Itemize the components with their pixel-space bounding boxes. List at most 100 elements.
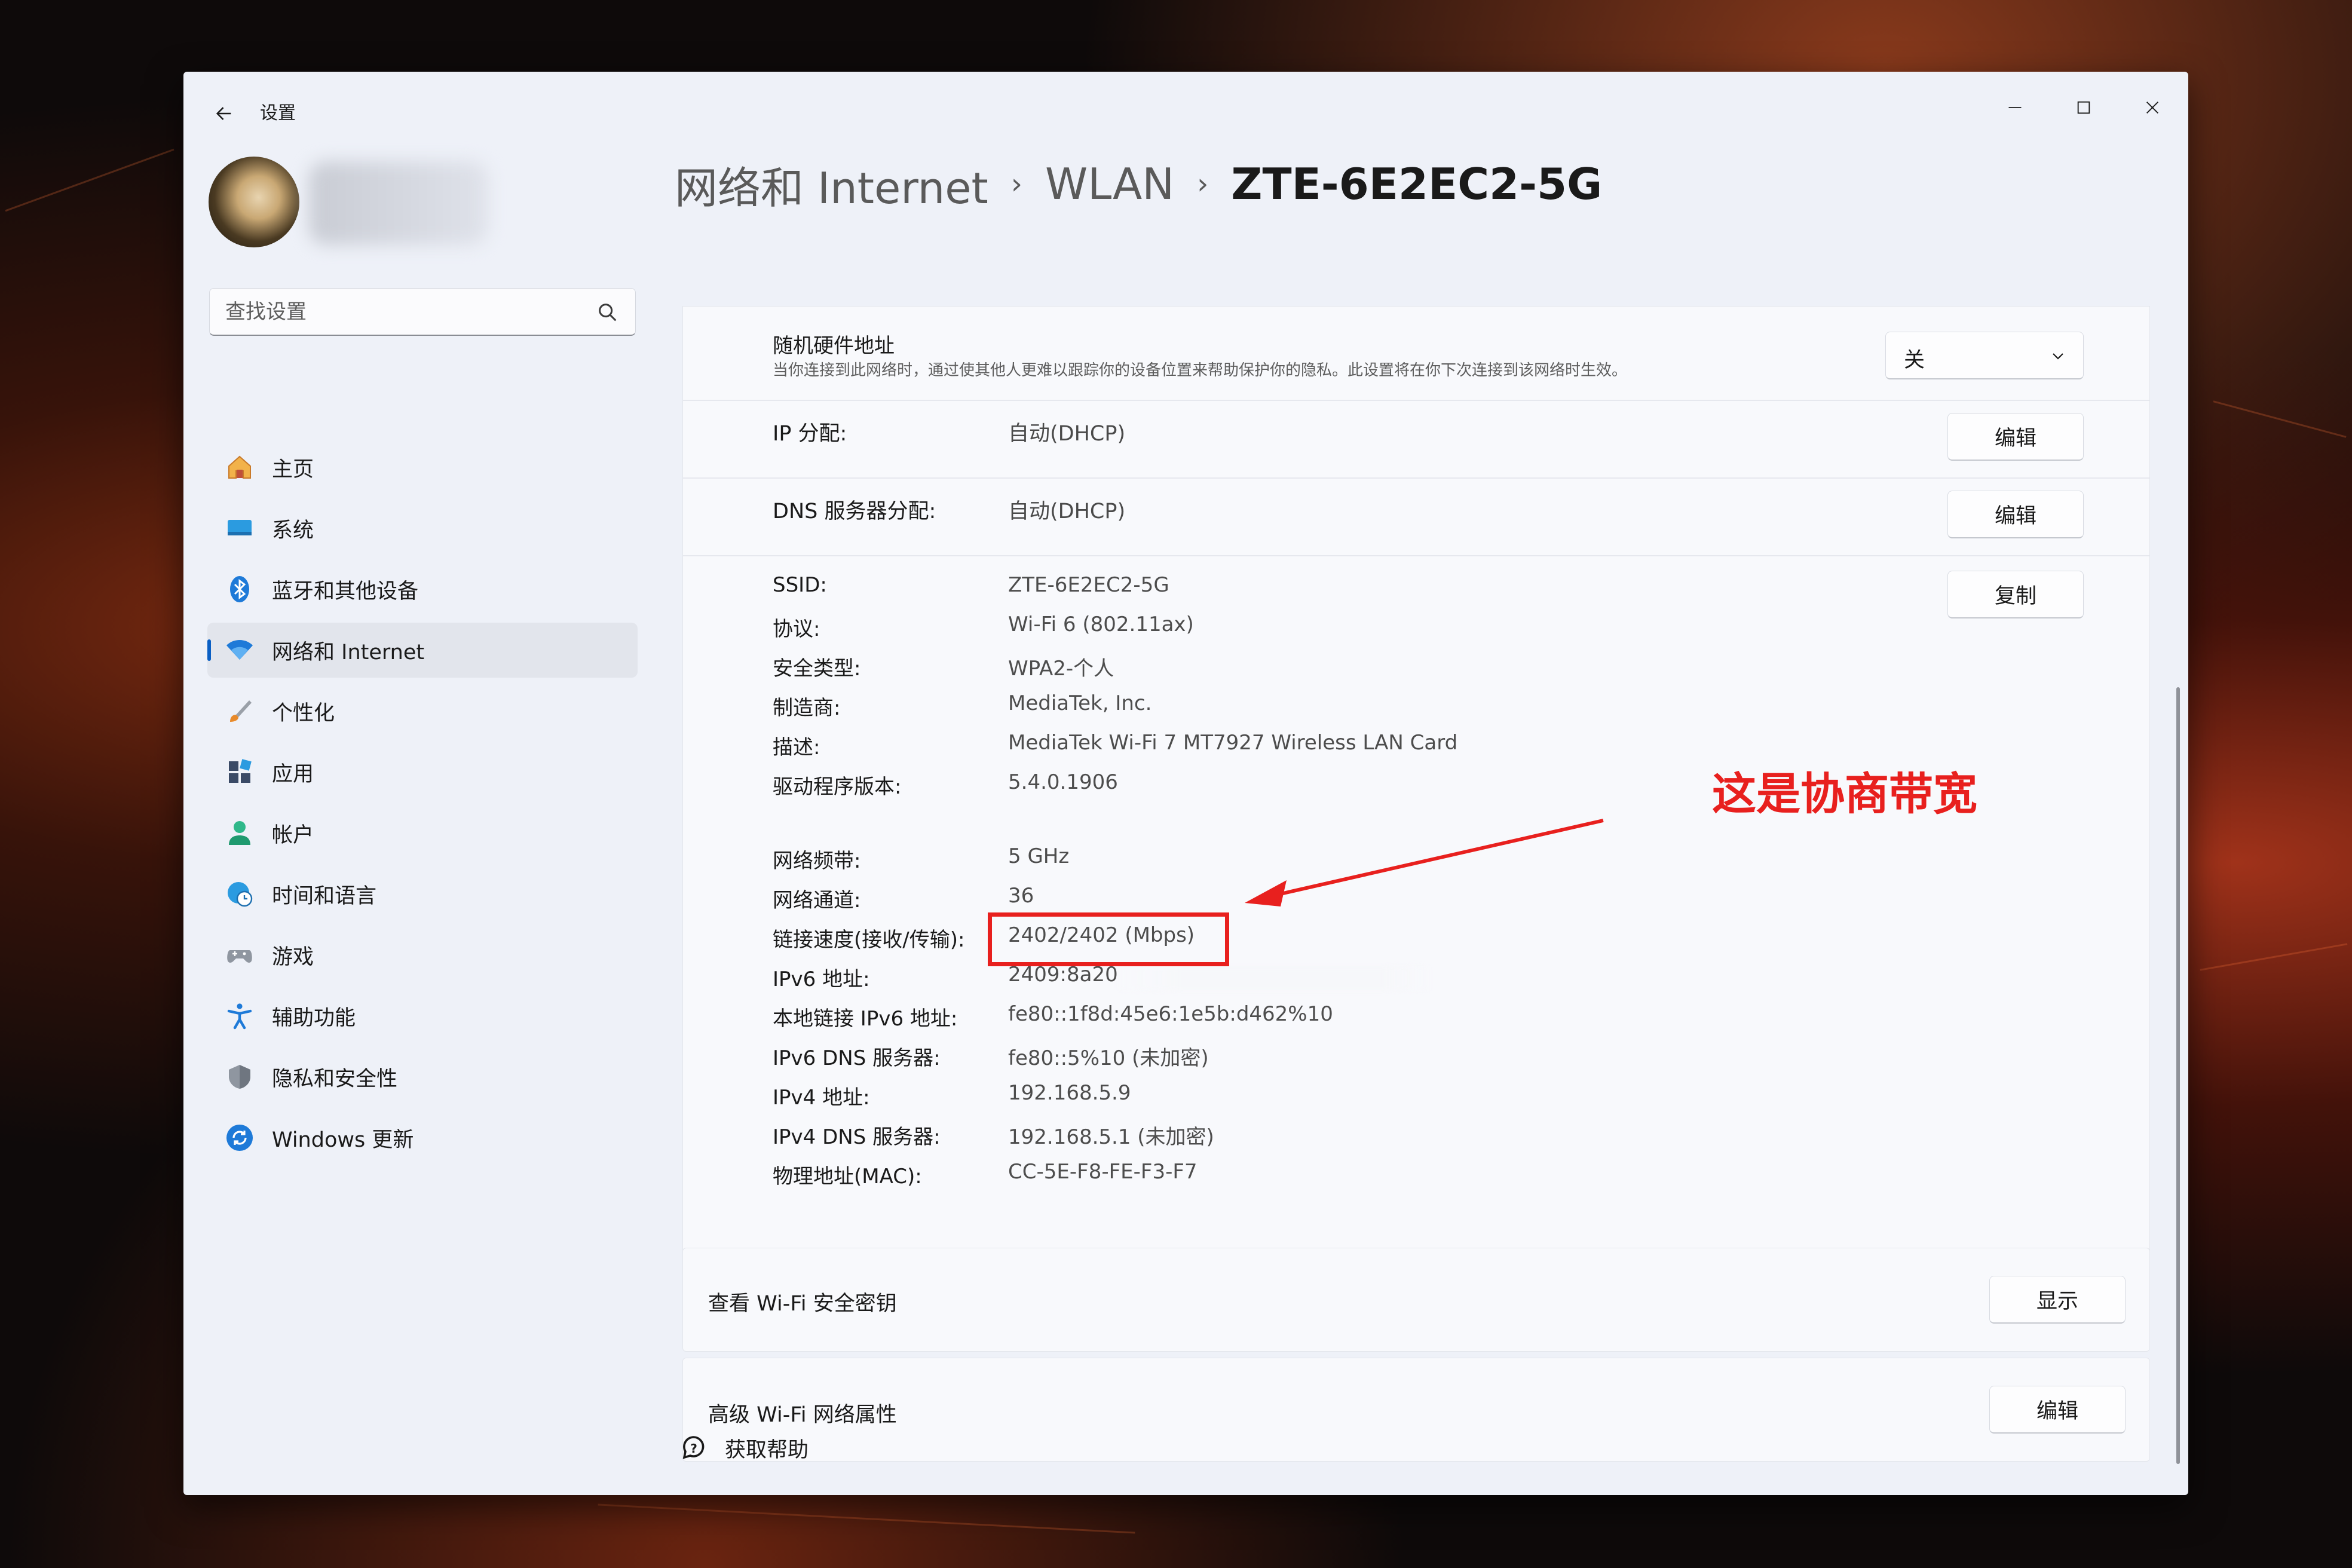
sidebar-item-accessibility[interactable]: 辅助功能: [207, 988, 638, 1043]
minimize-button[interactable]: [1982, 84, 2048, 131]
properties-card: 随机硬件地址 当你连接到此网络时，通过使其他人更难以跟踪你的设备位置来帮助保护你…: [682, 306, 2150, 1251]
account-icon: [225, 819, 254, 847]
help-chat-icon: ?: [682, 1436, 705, 1459]
arrow-left-icon: [216, 107, 231, 120]
minimize-icon: [2008, 107, 2022, 108]
chevron-right-icon: ›: [1197, 167, 1209, 201]
prop-value-description: MediaTek Wi-Fi 7 MT7927 Wireless LAN Car…: [1008, 731, 1458, 755]
prop-label-ipv6: IPv6 地址:: [773, 967, 870, 991]
sidebar-item-windows-update[interactable]: Windows 更新: [207, 1110, 638, 1165]
scrollbar[interactable]: [2176, 687, 2180, 1464]
prop-value-ipv4-dns: 192.168.5.1 (未加密): [1008, 1125, 1214, 1149]
random-mac-dropdown[interactable]: 关: [1885, 332, 2084, 379]
sidebar-item-bluetooth[interactable]: 蓝牙和其他设备: [207, 562, 638, 617]
prop-label-link-local-ipv6: 本地链接 IPv6 地址:: [773, 1007, 958, 1031]
search-box[interactable]: [209, 288, 636, 336]
page-title: ZTE-6E2EC2-5G: [1231, 159, 1603, 209]
breadcrumb: 网络和 Internet › WLAN › ZTE-6E2EC2-5G: [675, 154, 1602, 214]
get-help-link[interactable]: ? 获取帮助: [679, 1427, 808, 1469]
advanced-properties-card: 高级 Wi-Fi 网络属性 编辑: [682, 1358, 2150, 1462]
sidebar-item-personalization[interactable]: 个性化: [207, 684, 638, 739]
security-key-card: 查看 Wi-Fi 安全密钥 显示: [682, 1248, 2150, 1352]
update-icon: [225, 1123, 254, 1152]
sidebar-nav: 主页 系统 蓝牙和其他设备 网络和 Internet 个性化 应用 帐户 时间和…: [207, 440, 638, 1171]
prop-label-band: 网络频带:: [773, 849, 861, 873]
divider: [683, 400, 2149, 401]
chevron-down-icon: [2053, 353, 2063, 360]
sidebar-item-system[interactable]: 系统: [207, 501, 638, 556]
shield-icon: [225, 1062, 254, 1091]
prop-label-ipv6-dns: IPv6 DNS 服务器:: [773, 1046, 941, 1070]
prop-value-ssid: ZTE-6E2EC2-5G: [1008, 573, 1169, 597]
sidebar-item-time-language[interactable]: 时间和语言: [207, 866, 638, 921]
prop-label-manufacturer: 制造商:: [773, 696, 841, 720]
dns-edit-button[interactable]: 编辑: [1947, 491, 2084, 538]
home-icon: [225, 453, 254, 482]
chevron-right-icon: ›: [1010, 167, 1022, 201]
maximize-button[interactable]: [2051, 84, 2117, 131]
apps-icon: [225, 758, 254, 786]
breadcrumb-wlan[interactable]: WLAN: [1045, 159, 1174, 209]
show-key-button[interactable]: 显示: [1989, 1276, 2126, 1324]
close-button[interactable]: [2120, 84, 2185, 131]
accessibility-icon: [225, 1002, 254, 1030]
link-speed-highlight-box: [988, 912, 1229, 966]
ipv6-redaction: [1119, 966, 1430, 990]
sidebar-item-gaming[interactable]: 游戏: [207, 927, 638, 982]
ip-assignment-value: 自动(DHCP): [1008, 422, 1126, 446]
annotation-text: 这是协商带宽: [1712, 768, 1977, 820]
app-title: 设置: [260, 103, 296, 124]
search-input[interactable]: [224, 289, 585, 335]
sidebar-item-network[interactable]: 网络和 Internet: [207, 623, 638, 678]
prop-value-ipv6: 2409:8a20: [1008, 963, 1118, 987]
prop-label-mac: 物理地址(MAC):: [773, 1165, 922, 1189]
divider: [683, 555, 2149, 556]
advanced-properties-label: 高级 Wi-Fi 网络属性: [708, 1403, 897, 1427]
avatar[interactable]: [209, 157, 299, 247]
random-mac-title: 随机硬件地址: [773, 334, 895, 358]
sidebar-item-home[interactable]: 主页: [207, 440, 638, 495]
svg-text:?: ?: [690, 1441, 697, 1456]
security-key-label: 查看 Wi-Fi 安全密钥: [708, 1292, 897, 1316]
advanced-edit-button[interactable]: 编辑: [1989, 1386, 2126, 1434]
prop-value-channel: 36: [1008, 884, 1034, 908]
prop-label-description: 描述:: [773, 736, 820, 760]
prop-label-security-type: 安全类型:: [773, 657, 861, 681]
prop-value-ipv4: 192.168.5.9: [1008, 1081, 1131, 1105]
prop-label-ipv4-dns: IPv4 DNS 服务器:: [773, 1125, 941, 1149]
sidebar-item-apps[interactable]: 应用: [207, 745, 638, 800]
prop-label-channel: 网络通道:: [773, 889, 861, 912]
dns-assignment-label: DNS 服务器分配:: [773, 500, 936, 523]
prop-label-protocol: 协议:: [773, 617, 820, 641]
sidebar-item-accounts[interactable]: 帐户: [207, 806, 638, 860]
prop-value-mac: CC-5E-F8-FE-F3-F7: [1008, 1160, 1198, 1184]
wifi-icon: [225, 636, 254, 664]
close-icon: [2146, 102, 2158, 114]
sidebar-item-privacy[interactable]: 隐私和安全性: [207, 1049, 638, 1104]
system-icon: [225, 514, 254, 543]
prop-label-ipv4: IPv4 地址:: [773, 1086, 870, 1110]
breadcrumb-network[interactable]: 网络和 Internet: [675, 153, 988, 216]
prop-label-ssid: SSID:: [773, 573, 827, 597]
settings-window: 设置 主页 系统: [183, 72, 2188, 1495]
maximize-icon: [2077, 101, 2090, 114]
prop-label-link-speed: 链接速度(接收/传输):: [773, 928, 965, 952]
globe-clock-icon: [225, 880, 254, 908]
dns-assignment-value: 自动(DHCP): [1008, 500, 1126, 523]
brush-icon: [225, 697, 254, 725]
ip-edit-button[interactable]: 编辑: [1947, 413, 2084, 461]
ip-assignment-label: IP 分配:: [773, 422, 847, 446]
prop-value-ipv6-dns: fe80::5%10 (未加密): [1008, 1046, 1209, 1070]
prop-value-link-local-ipv6: fe80::1f8d:45e6:1e5b:d462%10: [1008, 1002, 1333, 1026]
copy-button[interactable]: 复制: [1947, 571, 2084, 618]
divider: [683, 477, 2149, 479]
prop-label-driver-version: 驱动程序版本:: [773, 775, 902, 799]
prop-value-protocol: Wi-Fi 6 (802.11ax): [1008, 612, 1194, 636]
random-mac-description: 当你连接到此网络时，通过使其他人更难以跟踪你的设备位置来帮助保护你的隐私。此设置…: [773, 362, 1628, 379]
prop-value-manufacturer: MediaTek, Inc.: [1008, 691, 1152, 715]
search-icon[interactable]: [596, 301, 620, 324]
back-button[interactable]: [207, 97, 241, 130]
gamepad-icon: [225, 941, 254, 969]
user-name-blurred: [309, 161, 488, 245]
prop-value-band: 5 GHz: [1008, 844, 1070, 868]
